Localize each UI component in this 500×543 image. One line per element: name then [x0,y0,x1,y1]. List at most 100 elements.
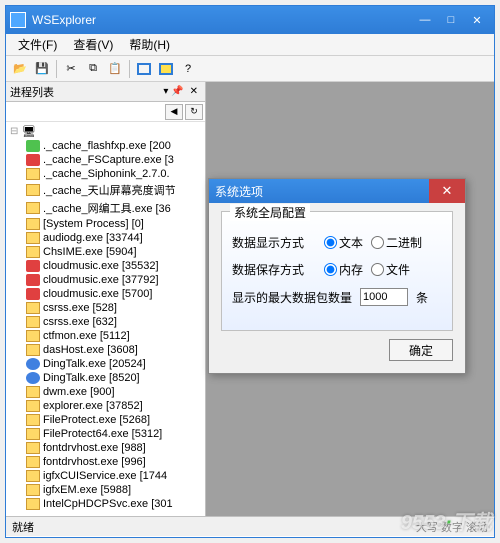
label-save-mode: 数据保存方式 [232,261,316,278]
process-label: FileProtect64.exe [5312] [43,428,162,440]
radio-memory-input[interactable] [324,263,337,276]
process-label: ._cache_天山屏幕亮度调节 [43,182,176,198]
dialog-title: 系统选项 [215,183,429,200]
process-item[interactable]: dasHost.exe [3608] [8,343,203,357]
tool-copy-icon[interactable]: ⧉ [83,59,103,79]
process-label: explorer.exe [37852] [43,400,143,412]
process-item[interactable]: FileProtect.exe [5268] [8,413,203,427]
tree-root[interactable]: ⊟ 🖥 [8,124,203,139]
sidebar-header: 进程列表 ▾ 📌 ✕ [6,82,205,102]
process-item[interactable]: DingTalk.exe [8520] [8,371,203,385]
process-icon [26,470,40,482]
dialog-body: 系统全局配置 数据显示方式 文本 二进制 数据保存方式 内存 文件 显示的最大数… [209,203,465,373]
process-icon [26,372,40,384]
menu-file[interactable]: 文件(F) [10,34,65,55]
process-icon [26,400,40,412]
minimize-button[interactable]: — [412,10,438,30]
process-item[interactable]: FileProtect64.exe [5312] [8,427,203,441]
titlebar[interactable]: WSExplorer — □ ✕ [6,6,494,34]
process-icon [26,442,40,454]
process-label: [System Process] [0] [43,218,144,230]
sidebar-prev-button[interactable]: ◀ [165,104,183,120]
tool-open-icon[interactable]: 📂 [10,59,30,79]
process-item[interactable]: explorer.exe [37852] [8,399,203,413]
input-max-packets[interactable] [360,288,408,306]
process-item[interactable]: cloudmusic.exe [37792] [8,273,203,287]
radio-text-input[interactable] [324,236,337,249]
radio-memory[interactable]: 内存 [324,261,363,278]
process-icon [26,274,40,286]
sidebar-title: 进程列表 [10,84,160,100]
statusbar: 就绪 大写 数字 滚动 [6,516,494,536]
process-icon [26,246,40,258]
process-item[interactable]: IntelCpHDCPSvc.exe [301 [8,497,203,511]
pin-icon[interactable]: ▾ 📌 [160,86,186,97]
process-item[interactable]: ._cache_FSCapture.exe [3 [8,153,203,167]
process-label: ._cache_Siphonink_2.7.0. [43,168,170,180]
process-icon [26,168,40,180]
process-label: DingTalk.exe [8520] [43,372,140,384]
toolbar: 📂 💾 ✂ ⧉ 📋 ? [6,56,494,82]
process-item[interactable]: fontdrvhost.exe [996] [8,455,203,469]
process-item[interactable]: ChsIME.exe [5904] [8,245,203,259]
process-icon [26,316,40,328]
tool-save-icon[interactable]: 💾 [32,59,52,79]
process-item[interactable]: igfxEM.exe [5988] [8,483,203,497]
menu-help[interactable]: 帮助(H) [121,34,178,55]
process-icon [26,344,40,356]
dialog-titlebar[interactable]: 系统选项 ✕ [209,179,465,203]
process-icon [26,302,40,314]
process-item[interactable]: igfxCUIService.exe [1744 [8,469,203,483]
process-icon [26,232,40,244]
sidebar-refresh-button[interactable]: ↻ [185,104,203,120]
process-label: csrss.exe [528] [43,302,117,314]
process-icon [26,498,40,510]
expand-icon[interactable]: ⊟ [10,126,22,137]
tool-help-icon[interactable]: ? [178,59,198,79]
computer-icon: 🖥 [22,125,36,138]
radio-file[interactable]: 文件 [371,261,410,278]
process-item[interactable]: csrss.exe [632] [8,315,203,329]
process-item[interactable]: csrss.exe [528] [8,301,203,315]
process-item[interactable]: ._cache_天山屏幕亮度调节 [8,181,203,199]
process-item[interactable]: ._cache_flashfxp.exe [200 [8,139,203,153]
radio-binary-input[interactable] [371,236,384,249]
process-icon [26,386,40,398]
process-item[interactable]: fontdrvhost.exe [988] [8,441,203,455]
dialog-close-button[interactable]: ✕ [429,179,465,203]
tool-cut-icon[interactable]: ✂ [61,59,81,79]
status-left: 就绪 [12,519,416,535]
tool-win1-icon[interactable] [134,59,154,79]
process-item[interactable]: cloudmusic.exe [5700] [8,287,203,301]
process-tree[interactable]: ⊟ 🖥 ._cache_flashfxp.exe [200._cache_FSC… [6,122,205,516]
process-label: FileProtect.exe [5268] [43,414,150,426]
process-label: IntelCpHDCPSvc.exe [301 [43,498,173,510]
process-icon [26,260,40,272]
sidebar-close-icon[interactable]: ✕ [187,86,201,97]
process-item[interactable]: ._cache_Siphonink_2.7.0. [8,167,203,181]
process-item[interactable]: audiodg.exe [33744] [8,231,203,245]
menu-view[interactable]: 查看(V) [65,34,121,55]
close-button[interactable]: ✕ [464,10,490,30]
maximize-button[interactable]: □ [438,10,464,30]
tool-paste-icon[interactable]: 📋 [105,59,125,79]
process-item[interactable]: ._cache_网编工具.exe [36 [8,199,203,217]
menubar: 文件(F) 查看(V) 帮助(H) [6,34,494,56]
process-label: ._cache_网编工具.exe [36 [43,200,171,216]
app-title: WSExplorer [32,13,412,27]
tool-win2-icon[interactable] [156,59,176,79]
process-item[interactable]: ctfmon.exe [5112] [8,329,203,343]
radio-text[interactable]: 文本 [324,234,363,251]
radio-file-input[interactable] [371,263,384,276]
process-label: ChsIME.exe [5904] [43,246,137,258]
process-item[interactable]: cloudmusic.exe [35532] [8,259,203,273]
process-label: cloudmusic.exe [5700] [43,288,152,300]
process-item[interactable]: [System Process] [0] [8,217,203,231]
process-item[interactable]: DingTalk.exe [20524] [8,357,203,371]
dialog-group: 系统全局配置 数据显示方式 文本 二进制 数据保存方式 内存 文件 显示的最大数… [221,211,453,331]
ok-button[interactable]: 确定 [389,339,453,361]
radio-binary[interactable]: 二进制 [371,234,422,251]
sidebar-toolbar: ◀ ↻ [6,102,205,122]
label-display-mode: 数据显示方式 [232,234,316,251]
process-item[interactable]: dwm.exe [900] [8,385,203,399]
